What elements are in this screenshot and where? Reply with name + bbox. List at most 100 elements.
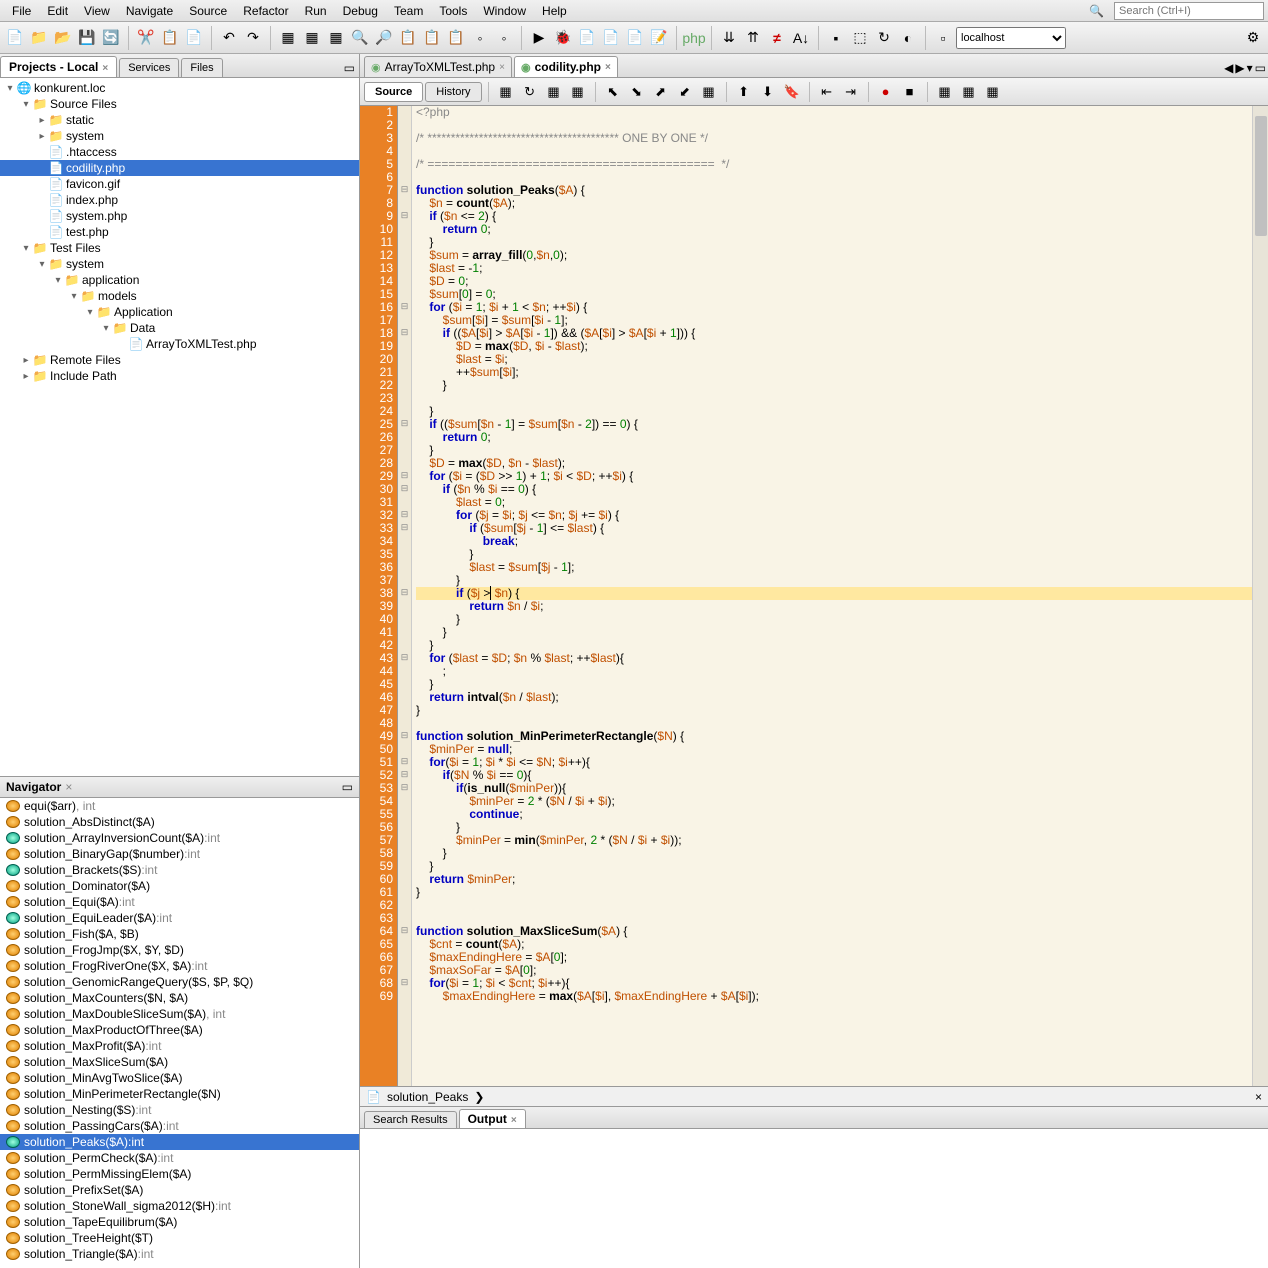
sync-down-icon[interactable]: ⇊ (718, 27, 740, 49)
zoom-in-button[interactable]: 🔎 (373, 27, 395, 49)
eb-icon[interactable]: ▦ (958, 81, 980, 103)
php-icon[interactable]: php (683, 27, 705, 49)
source-mode-button[interactable]: Source (364, 82, 423, 102)
navigator-item[interactable]: solution_Fish($A, $B) (0, 926, 359, 942)
close-icon[interactable]: × (65, 780, 72, 794)
eb-icon[interactable]: ⬈ (650, 81, 672, 103)
navigator-item[interactable]: solution_MaxSliceSum($A) (0, 1054, 359, 1070)
navigator-list[interactable]: equi($arr), intsolution_AbsDistinct($A)s… (0, 798, 359, 1268)
eb-icon[interactable]: ▦ (543, 81, 565, 103)
save-all-button[interactable]: 💾 (76, 27, 98, 49)
menu-window[interactable]: Window (475, 2, 534, 20)
tree-row[interactable]: 📄ArrayToXMLTest.php (0, 336, 359, 352)
tree-row[interactable]: ▾📁Source Files (0, 96, 359, 112)
maximize-icon[interactable]: ▭ (1255, 61, 1266, 75)
navigator-item[interactable]: solution_EquiLeader($A):int (0, 910, 359, 926)
tb-icon[interactable]: ⬚ (849, 27, 871, 49)
undo-button[interactable]: ↶ (218, 27, 240, 49)
code-editor[interactable]: 1234567891011121314151617181920212223242… (360, 106, 1268, 1086)
navigator-item[interactable]: solution_FrogJmp($X, $Y, $D) (0, 942, 359, 958)
eb-icon[interactable]: ▦ (495, 81, 517, 103)
eb-icon[interactable]: ↻ (519, 81, 541, 103)
tree-row[interactable]: ▾📁Test Files (0, 240, 359, 256)
navigator-item[interactable]: solution_MinAvgTwoSlice($A) (0, 1070, 359, 1086)
tree-row[interactable]: ▸📁static (0, 112, 359, 128)
navigator-item[interactable]: solution_GenomicRangeQuery($S, $P, $Q) (0, 974, 359, 990)
find-prev-icon[interactable]: ⬉ (602, 81, 624, 103)
new-file-button[interactable]: 📄 (4, 27, 26, 49)
tb-icon[interactable]: 📋 (397, 27, 419, 49)
redo-button[interactable]: ↷ (242, 27, 264, 49)
macro-record-icon[interactable]: ● (875, 81, 897, 103)
sync-up-icon[interactable]: ⇈ (742, 27, 764, 49)
menu-tools[interactable]: Tools (431, 2, 475, 20)
tree-row[interactable]: 📄favicon.gif (0, 176, 359, 192)
navigator-item[interactable]: solution_Equi($A):int (0, 894, 359, 910)
tree-row[interactable]: 📄.htaccess (0, 144, 359, 160)
menu-view[interactable]: View (76, 2, 118, 20)
navigator-item[interactable]: solution_StoneWall_sigma2012($H):int (0, 1198, 359, 1214)
tree-row[interactable]: ▾📁Data (0, 320, 359, 336)
tb-icon[interactable]: ▦ (325, 27, 347, 49)
navigator-item[interactable]: solution_TapeEquilibrum($A) (0, 1214, 359, 1230)
tree-row[interactable]: ▸📁Include Path (0, 368, 359, 384)
shift-right-icon[interactable]: ⇥ (840, 81, 862, 103)
minimize-icon[interactable]: ▭ (340, 59, 359, 77)
tb-icon[interactable]: 📄 (576, 27, 598, 49)
navigator-item[interactable]: solution_MaxDoubleSliceSum($A), int (0, 1006, 359, 1022)
tb-icon[interactable]: ▦ (277, 27, 299, 49)
navigator-item[interactable]: solution_Peaks($A):int (0, 1134, 359, 1150)
navigator-item[interactable]: solution_MaxProductOfThree($A) (0, 1022, 359, 1038)
find-next-icon[interactable]: ⬊ (626, 81, 648, 103)
tree-row[interactable]: ▾📁Application (0, 304, 359, 320)
shift-left-icon[interactable]: ⇤ (816, 81, 838, 103)
cut-button[interactable]: ✂️ (135, 27, 157, 49)
tb-icon[interactable]: 📝 (648, 27, 670, 49)
tree-row[interactable]: 📄test.php (0, 224, 359, 240)
macro-stop-icon[interactable]: ■ (899, 81, 921, 103)
tree-row[interactable]: ▾📁system (0, 256, 359, 272)
menu-run[interactable]: Run (297, 2, 335, 20)
navigator-item[interactable]: solution_MaxProfit($A):int (0, 1038, 359, 1054)
copy-button[interactable]: 📋 (159, 27, 181, 49)
menu-debug[interactable]: Debug (335, 2, 386, 20)
tree-row[interactable]: ▸📁Remote Files (0, 352, 359, 368)
history-mode-button[interactable]: History (425, 82, 481, 102)
tab-output[interactable]: Output× (459, 1109, 526, 1128)
navigator-item[interactable]: solution_MinPerimeterRectangle($N) (0, 1086, 359, 1102)
search-input[interactable] (1114, 2, 1264, 20)
tree-row[interactable]: 📄codility.php (0, 160, 359, 176)
tree-row[interactable]: ▾📁models (0, 288, 359, 304)
scrollbar-thumb[interactable] (1255, 116, 1267, 236)
tb-icon[interactable]: 📄 (624, 27, 646, 49)
next-tab-icon[interactable]: ▶ (1235, 61, 1244, 75)
breadcrumb-item[interactable]: solution_Peaks (387, 1090, 468, 1104)
menu-navigate[interactable]: Navigate (118, 2, 181, 20)
tree-row[interactable]: ▾📁application (0, 272, 359, 288)
eb-icon[interactable]: ▦ (698, 81, 720, 103)
refresh-button[interactable]: 🔄 (100, 27, 122, 49)
tb-icon[interactable]: ◐ (897, 27, 919, 49)
menu-team[interactable]: Team (386, 2, 431, 20)
sort-icon[interactable]: A↓ (790, 27, 812, 49)
debug-button[interactable]: 🐞 (552, 27, 574, 49)
new-project-button[interactable]: 📁 (28, 27, 50, 49)
tree-row[interactable]: 📄index.php (0, 192, 359, 208)
bookmark-toggle-icon[interactable]: 🔖 (781, 81, 803, 103)
menu-file[interactable]: File (4, 2, 39, 20)
tb-icon[interactable]: ⚙ (1242, 27, 1264, 49)
tree-row[interactable]: ▸📁system (0, 128, 359, 144)
zoom-out-button[interactable]: 🔍 (349, 27, 371, 49)
eb-icon[interactable]: ▦ (982, 81, 1004, 103)
navigator-item[interactable]: solution_ArrayInversionCount($A):int (0, 830, 359, 846)
close-icon[interactable]: × (499, 62, 505, 73)
tb-icon[interactable]: ▦ (301, 27, 323, 49)
run-button[interactable]: ▶ (528, 27, 550, 49)
tb-icon[interactable]: 📋 (421, 27, 443, 49)
navigator-item[interactable]: solution_MaxCounters($N, $A) (0, 990, 359, 1006)
bookmark-next-icon[interactable]: ⬇ (757, 81, 779, 103)
dropdown-icon[interactable]: ▾ (1247, 61, 1253, 75)
tb-icon[interactable]: 📄 (600, 27, 622, 49)
navigator-item[interactable]: solution_Nesting($S):int (0, 1102, 359, 1118)
tab-search-results[interactable]: Search Results (364, 1111, 457, 1128)
